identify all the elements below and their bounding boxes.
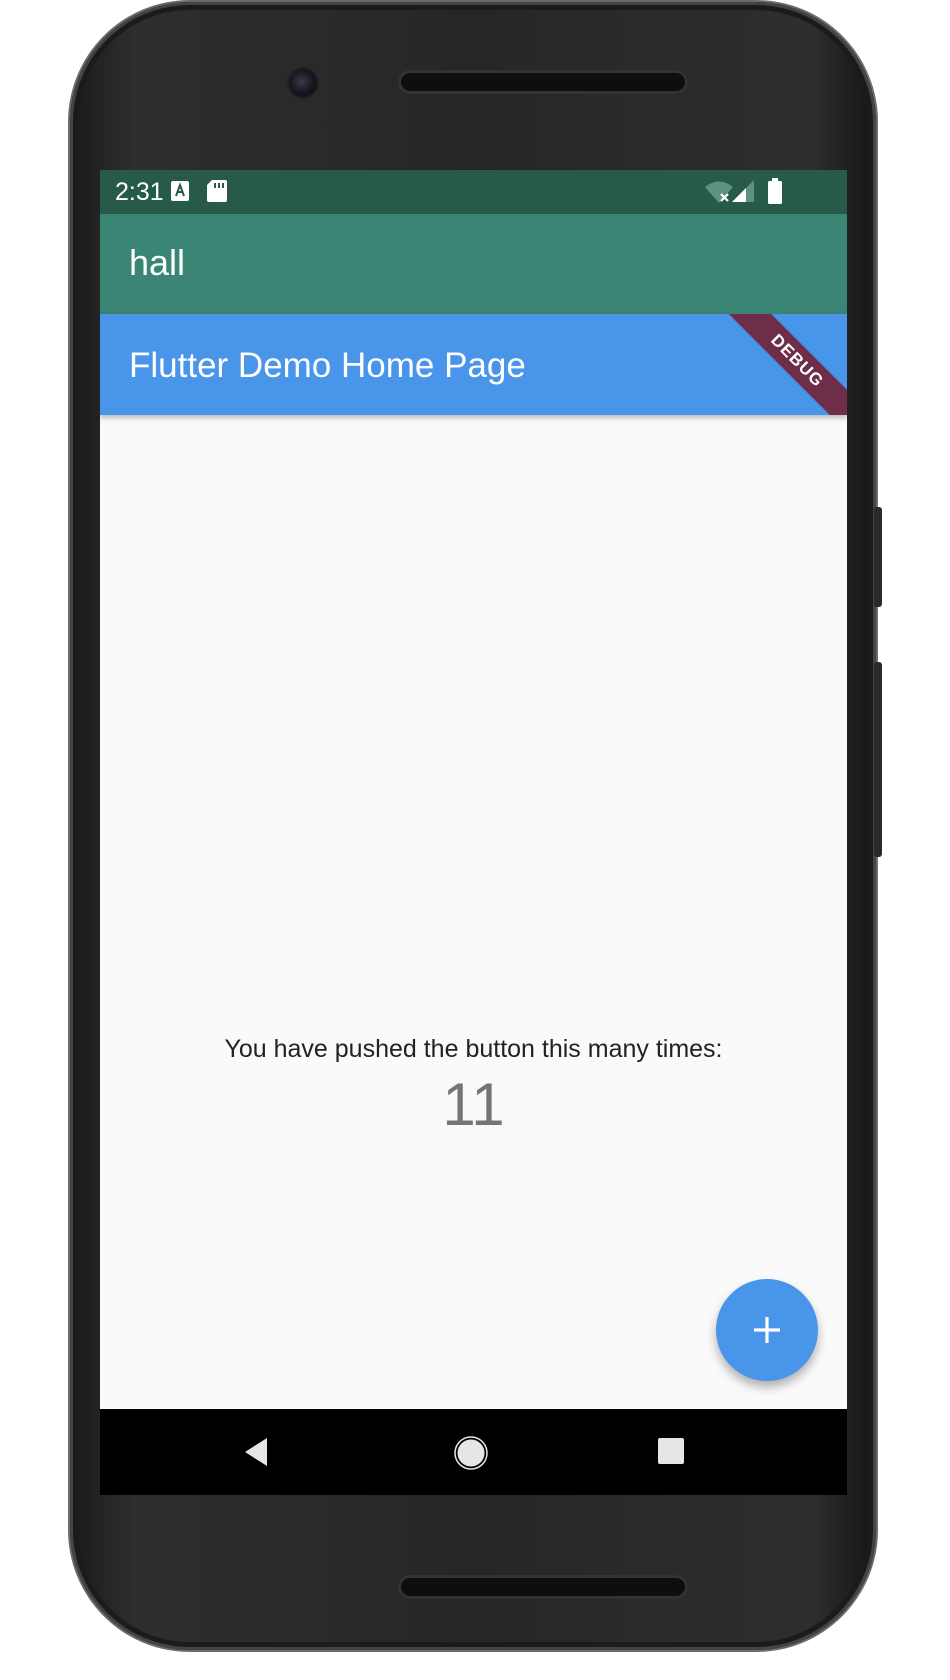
recents-icon bbox=[658, 1438, 684, 1464]
power-button bbox=[874, 507, 882, 607]
battery-icon bbox=[768, 178, 782, 208]
top-speaker bbox=[398, 70, 688, 94]
home-button[interactable] bbox=[418, 1409, 518, 1495]
debug-banner: DEBUG bbox=[719, 314, 847, 415]
home-icon bbox=[454, 1436, 488, 1470]
app-bar-title: hall bbox=[129, 242, 186, 283]
volume-button bbox=[874, 662, 882, 857]
text-a-icon bbox=[171, 181, 189, 205]
back-button[interactable] bbox=[205, 1409, 305, 1495]
wifi-icon bbox=[705, 181, 733, 207]
primary-app-bar: hall bbox=[100, 214, 847, 314]
recents-button[interactable] bbox=[620, 1409, 720, 1495]
main-content: You have pushed the button this many tim… bbox=[100, 415, 847, 1379]
plus-icon bbox=[754, 1317, 780, 1343]
back-icon bbox=[245, 1438, 267, 1466]
status-bar: 2:31 bbox=[100, 170, 847, 214]
navigation-bar bbox=[100, 1409, 847, 1495]
device-screen: 2:31 hall Flutter Demo Home Page DEBUG Y… bbox=[100, 170, 847, 1495]
sd-card-icon bbox=[207, 180, 227, 206]
secondary-app-bar: Flutter Demo Home Page DEBUG bbox=[100, 314, 847, 415]
increment-button[interactable] bbox=[716, 1279, 818, 1381]
front-camera bbox=[289, 69, 317, 97]
signal-icon bbox=[732, 180, 754, 206]
bottom-speaker bbox=[398, 1575, 688, 1599]
page-title: Flutter Demo Home Page bbox=[129, 346, 526, 385]
status-time: 2:31 bbox=[115, 178, 164, 206]
counter-label: You have pushed the button this many tim… bbox=[224, 1035, 723, 1063]
counter-value: 11 bbox=[442, 1071, 505, 1138]
